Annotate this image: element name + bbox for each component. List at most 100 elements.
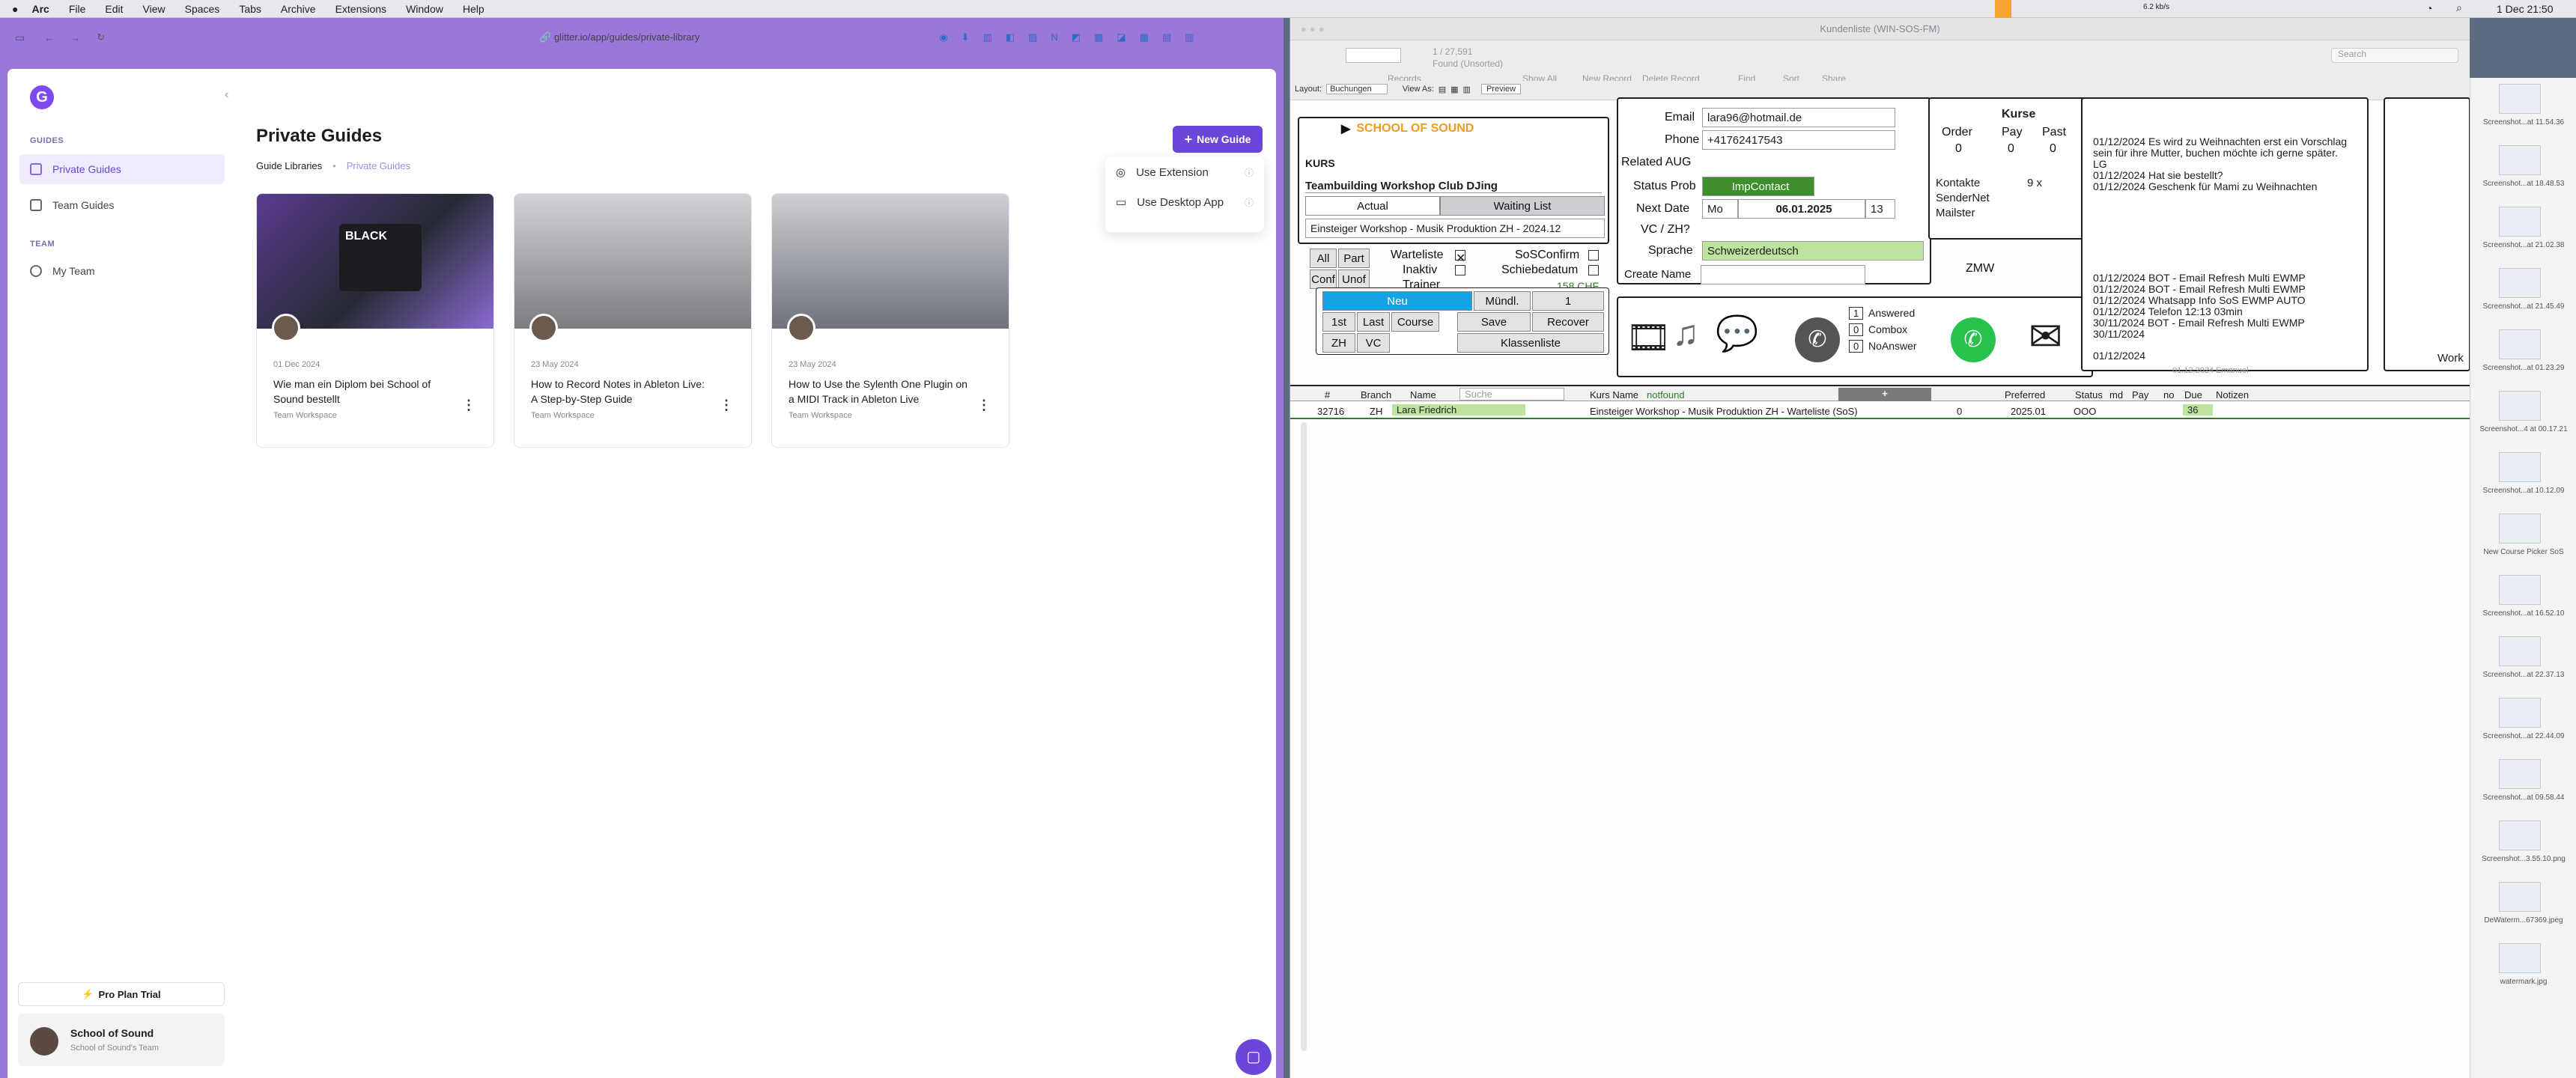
notes-history-2[interactable]: 01/12/2024 BOT - Email Refresh Multi EWM… — [2093, 272, 2348, 340]
back-icon[interactable]: ← — [44, 32, 54, 43]
stack-thumbnail[interactable] — [2499, 882, 2541, 912]
work-label[interactable]: Work — [2437, 352, 2464, 365]
menu-spaces[interactable]: Spaces — [185, 3, 220, 15]
all-button[interactable]: All — [1310, 249, 1337, 268]
list-scrollbar[interactable] — [1301, 422, 1307, 1051]
menu-help[interactable]: Help — [463, 3, 484, 15]
record-input[interactable] — [1346, 48, 1401, 63]
row-name[interactable]: Lara Friedrich — [1392, 404, 1525, 415]
stack-thumbnail[interactable] — [2499, 329, 2541, 359]
unof-button[interactable]: Unof — [1338, 270, 1370, 289]
next-date-field[interactable]: 06.01.2025 — [1738, 199, 1865, 219]
sidebar-toggle-icon[interactable]: ▭ — [15, 31, 25, 44]
breadcrumb-parent[interactable]: Guide Libraries — [256, 160, 322, 171]
use-desktop-app-option[interactable]: ▭ Use Desktop App ⓘ — [1105, 187, 1264, 217]
last-button[interactable]: Last — [1357, 312, 1390, 332]
stack-thumbnail[interactable] — [2499, 820, 2541, 850]
chat-launcher-button[interactable]: ▢ — [1236, 1039, 1272, 1075]
use-extension-option[interactable]: ◎ Use Extension ⓘ — [1105, 157, 1264, 187]
tab-actual[interactable]: Actual — [1305, 196, 1440, 216]
menu-edit[interactable]: Edit — [105, 3, 123, 15]
new-guide-button[interactable]: + New Guide — [1173, 126, 1263, 153]
stack-thumbnail[interactable] — [2499, 207, 2541, 237]
email-send-icon[interactable]: ✉ — [2029, 313, 2062, 360]
guide-card[interactable]: 23 May 2024 How to Record Notes in Ablet… — [514, 193, 752, 448]
list-search-field[interactable]: Suche — [1459, 388, 1564, 401]
collapse-sidebar-icon[interactable]: ‹ — [225, 88, 228, 102]
row-course[interactable]: Einsteiger Workshop - Musik Produktion Z… — [1590, 406, 1858, 417]
create-name-field[interactable] — [1701, 265, 1865, 284]
stack-thumbnail[interactable] — [2499, 452, 2541, 482]
guide-title[interactable]: How to Record Notes in Ableton Live: A S… — [531, 377, 711, 406]
pro-plan-button[interactable]: ⚡ Pro Plan Trial — [18, 982, 225, 1006]
menu-tabs[interactable]: Tabs — [239, 3, 261, 15]
menu-view[interactable]: View — [143, 3, 165, 15]
stack-thumbnail[interactable] — [2499, 514, 2541, 543]
reload-icon[interactable]: ↻ — [97, 31, 105, 43]
more-options-icon[interactable]: ⋮ — [462, 398, 476, 413]
stack-thumbnail[interactable] — [2499, 145, 2541, 175]
guide-card[interactable]: BLACK 01 Dec 2024 Wie man ein Diplom bei… — [256, 193, 494, 448]
status-accent[interactable] — [1995, 0, 2011, 18]
menu-app[interactable]: Arc — [31, 3, 49, 15]
extension-icons[interactable]: ◉⬇▥◧▨N◩▩◪▦▤▥ — [939, 31, 1207, 43]
warteliste-checkbox[interactable]: ✕ — [1455, 250, 1465, 265]
zh-button[interactable]: ZH — [1322, 333, 1355, 353]
add-row-button[interactable]: + — [1838, 388, 1931, 401]
menu-extensions[interactable]: Extensions — [335, 3, 386, 15]
menu-file[interactable]: File — [69, 3, 86, 15]
guide-card[interactable]: 23 May 2024 How to Use the Sylenth One P… — [771, 193, 1009, 448]
schiebedatum-checkbox[interactable] — [1588, 265, 1599, 275]
info-icon[interactable]: ⓘ — [1245, 166, 1254, 179]
conf-button[interactable]: Conf — [1310, 270, 1337, 289]
phone-field[interactable]: +41762417543 — [1702, 130, 1895, 150]
sprache-field[interactable]: Schweizerdeutsch — [1702, 241, 1924, 261]
one-button[interactable]: 1 — [1532, 291, 1604, 311]
save-button[interactable]: Save — [1457, 312, 1531, 332]
info-icon[interactable]: ⓘ — [1245, 196, 1254, 209]
url-bar[interactable]: 🔗 glitter.io/app/guides/private-library — [539, 31, 699, 43]
stack-thumbnail[interactable] — [2499, 636, 2541, 666]
notes-history-1[interactable]: 01/12/2024 Es wird zu Weihnachten erst e… — [2093, 136, 2348, 192]
more-options-icon[interactable]: ⋮ — [977, 398, 991, 413]
video-icon[interactable]: 🎞 — [1626, 316, 1671, 359]
search-field[interactable]: Search — [2331, 48, 2458, 63]
sidebar-item-my-team[interactable]: My Team — [19, 256, 225, 286]
part-button[interactable]: Part — [1338, 249, 1370, 268]
account-switcher[interactable]: School of Sound School of Sound's Team — [18, 1014, 225, 1066]
phone-call-icon[interactable]: ✆ — [1795, 317, 1840, 362]
stack-thumbnail[interactable] — [2499, 759, 2541, 789]
view-as-icons[interactable]: ▤▦▥ — [1439, 85, 1475, 94]
stack-thumbnail[interactable] — [2499, 698, 2541, 728]
sidebar-item-private-guides[interactable]: Private Guides — [19, 154, 225, 184]
apple-icon[interactable]: ● — [12, 3, 18, 15]
layout-select[interactable]: Buchungen — [1326, 84, 1388, 94]
guide-title[interactable]: How to Use the Sylenth One Plugin on a M… — [789, 377, 968, 406]
sidebar-item-team-guides[interactable]: Team Guides — [19, 190, 225, 220]
menu-window[interactable]: Window — [406, 3, 443, 15]
guide-title[interactable]: Wie man ein Diplom bei School of Sound b… — [273, 377, 453, 406]
status-field[interactable]: ImpContact — [1702, 177, 1814, 196]
clock[interactable]: 1 Dec 21:50 — [2497, 3, 2554, 15]
vc-button[interactable]: VC — [1357, 333, 1390, 353]
wifi-icon[interactable]: ◔ — [2426, 2, 2432, 14]
stack-thumbnail[interactable] — [2499, 268, 2541, 298]
whatsapp-icon[interactable]: ✆ — [1951, 317, 1996, 362]
preview-button[interactable]: Preview — [1480, 84, 1522, 94]
sosconfirm-checkbox[interactable] — [1588, 250, 1599, 261]
stack-thumbnail[interactable] — [2499, 391, 2541, 421]
more-options-icon[interactable]: ⋮ — [720, 398, 733, 413]
next-num-field[interactable]: 13 — [1865, 199, 1895, 219]
next-day-field[interactable]: Mo — [1702, 199, 1738, 219]
neu-button[interactable]: Neu — [1322, 291, 1472, 311]
first-button[interactable]: 1st — [1322, 312, 1355, 332]
recover-button[interactable]: Recover — [1532, 312, 1604, 332]
menu-archive[interactable]: Archive — [281, 3, 316, 15]
muendl-button[interactable]: Mündl. — [1474, 291, 1531, 311]
course-button[interactable]: Course — [1391, 312, 1439, 332]
forward-icon[interactable]: → — [70, 32, 80, 43]
table-row[interactable]: 32716 ZH Lara Friedrich Einsteiger Works… — [1290, 403, 2470, 419]
email-field[interactable]: lara96@hotmail.de — [1702, 108, 1895, 127]
music-icon[interactable]: ♫ — [1672, 313, 1699, 354]
klassenliste-button[interactable]: Klassenliste — [1457, 333, 1604, 353]
